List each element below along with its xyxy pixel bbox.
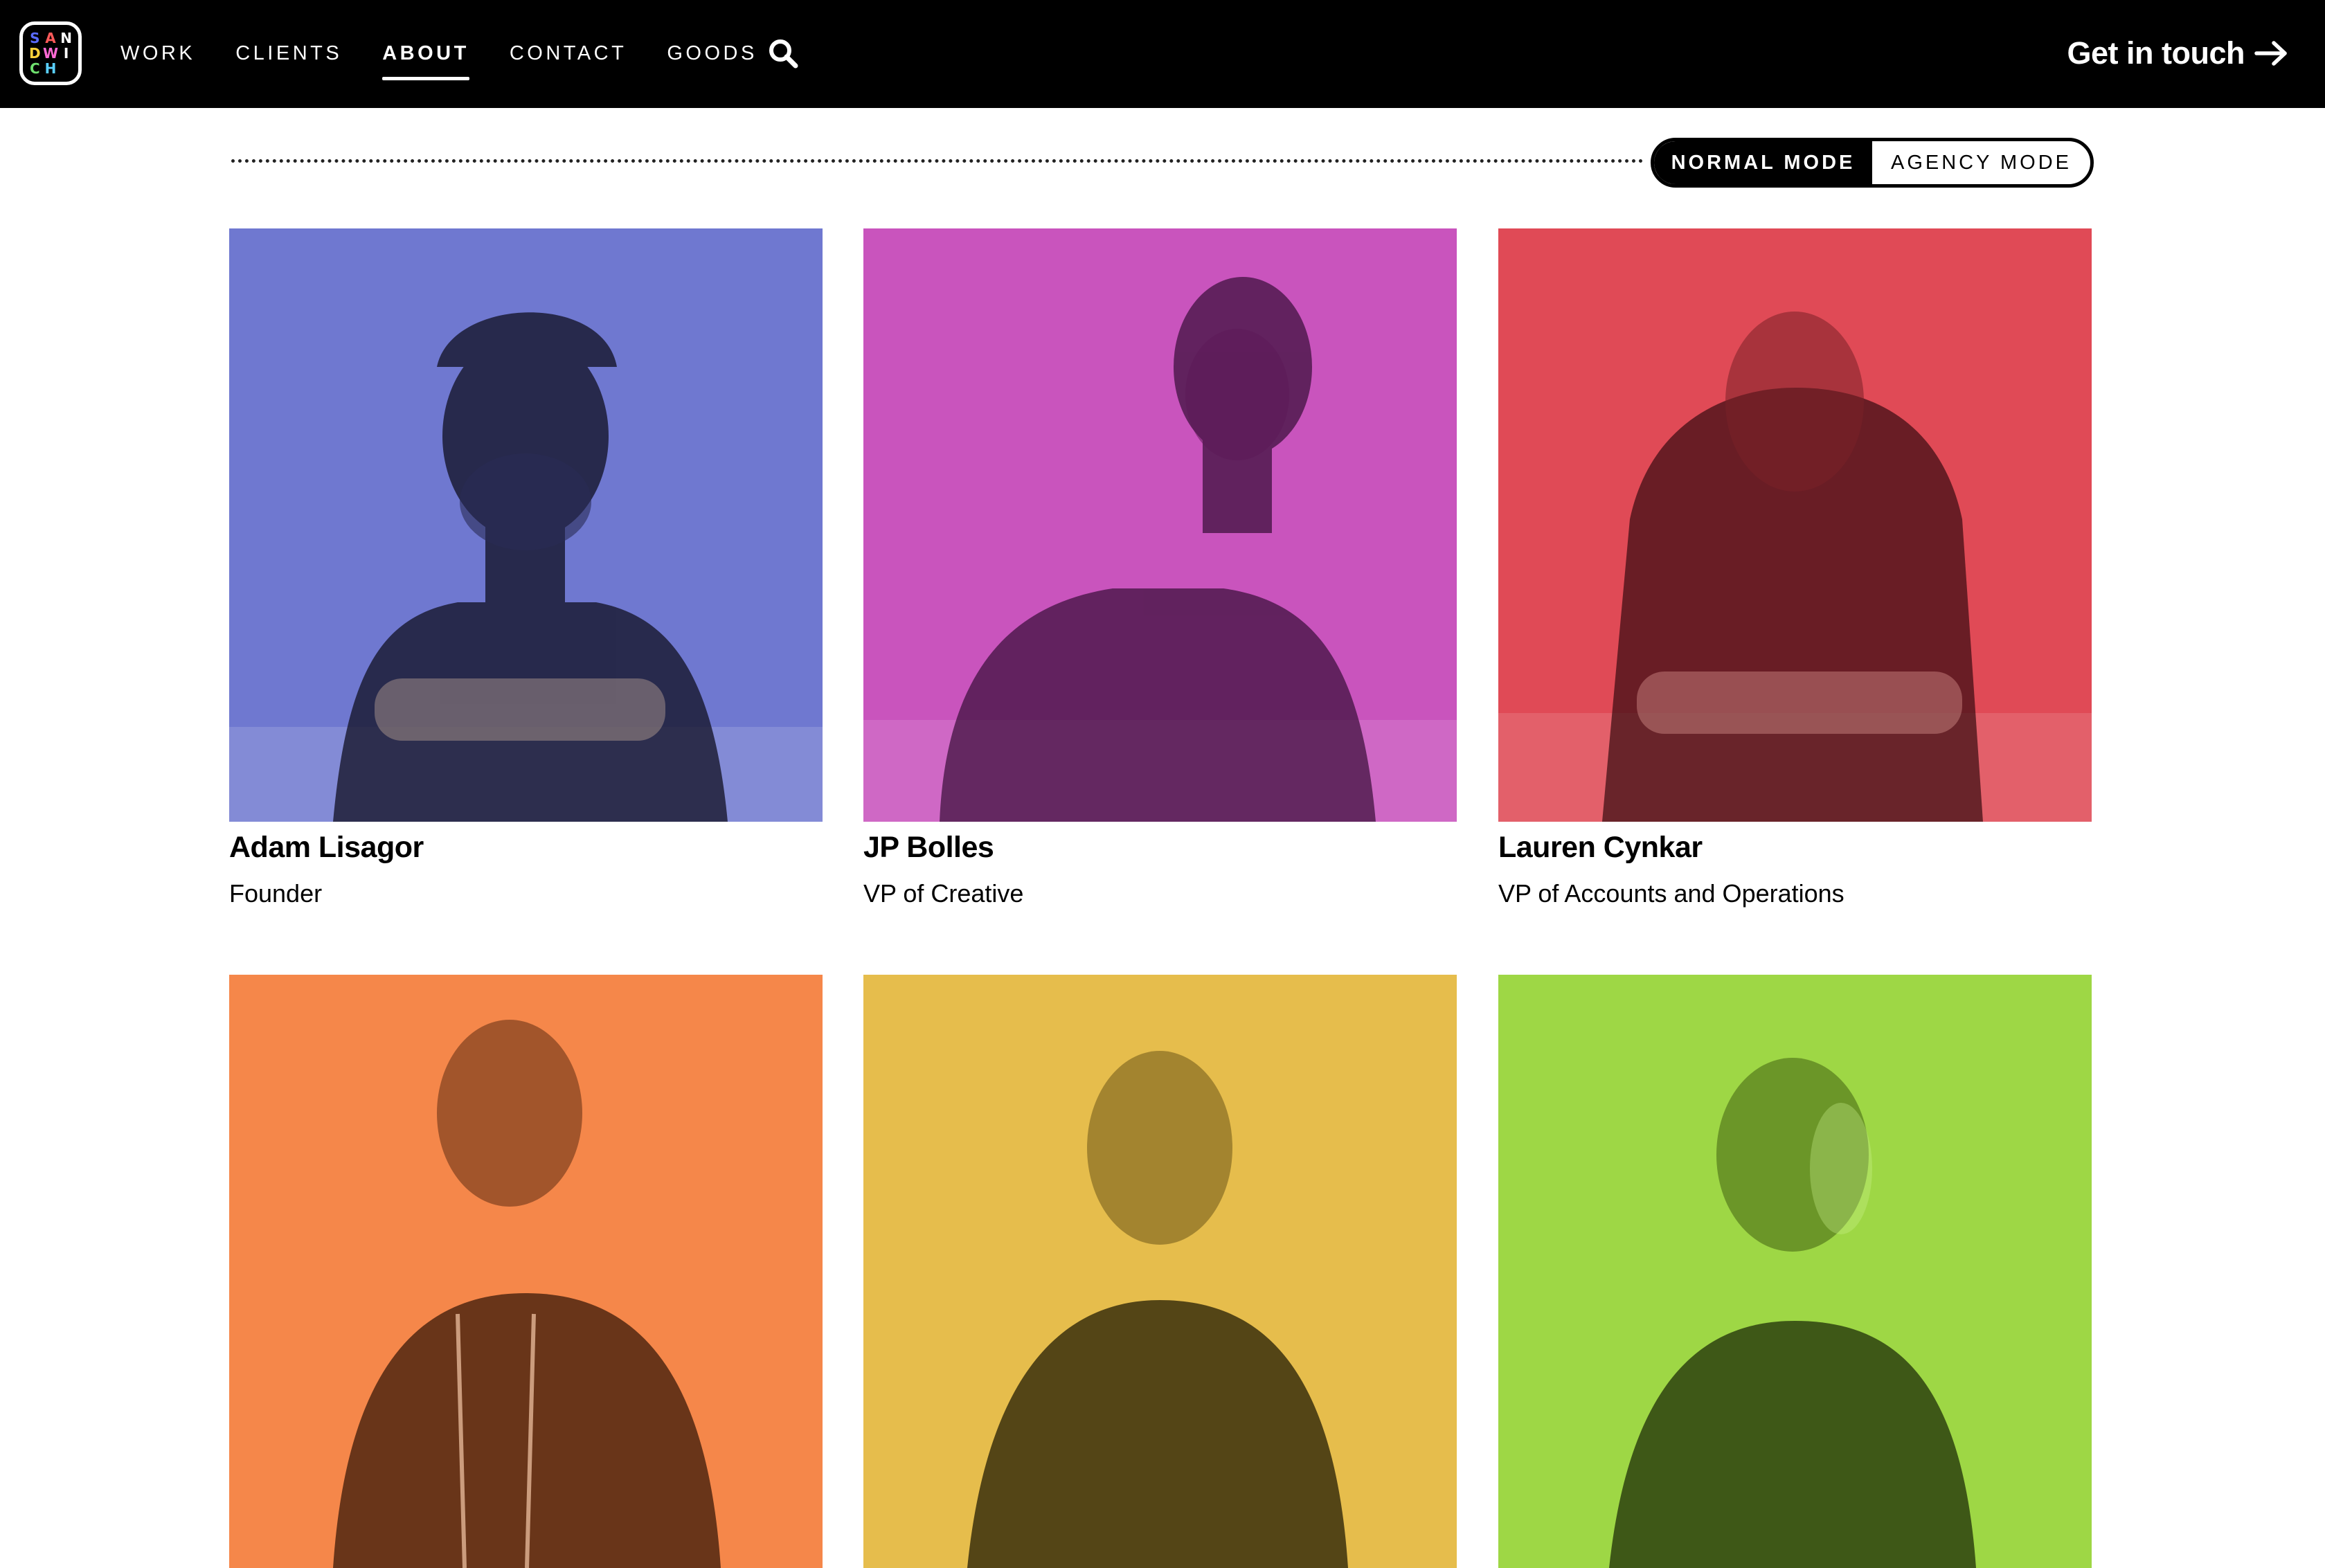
normal-mode-button[interactable]: NORMAL MODE [1654,141,1872,184]
team-member-card[interactable] [229,975,823,1568]
team-member-photo [1498,228,2092,822]
logo-letter: I [63,45,69,62]
team-member-photo [229,228,823,822]
logo-letter: N [60,30,73,46]
nav-work[interactable]: WORK [120,37,195,69]
arrow-right-icon [2254,41,2287,66]
team-member-photo [863,228,1457,822]
top-navigation-bar: S A N D W I C H WORK CLIENTS ABOUT CONTA… [0,0,2325,108]
team-member-card[interactable]: Adam Lisagor Founder [229,228,823,908]
nav-goods[interactable]: GOODS [667,37,757,69]
main-nav: WORK CLIENTS ABOUT CONTACT GOODS [120,37,798,80]
team-member-name: Adam Lisagor [229,831,424,864]
sandwich-logo[interactable]: S A N D W I C H [19,21,82,85]
team-member-role: VP of Accounts and Operations [1498,879,1844,908]
get-in-touch-link[interactable]: Get in touch [2067,29,2290,78]
team-member-card[interactable] [1498,975,2092,1568]
logo-letter: H [44,60,57,77]
team-member-name: Lauren Cynkar [1498,831,1703,864]
dotted-divider [231,159,1644,163]
agency-mode-button[interactable]: AGENCY MODE [1872,141,2090,184]
nav-contact[interactable]: CONTACT [510,37,627,69]
team-member-photo [229,975,823,1568]
logo-letter: A [45,30,56,46]
team-member-role: VP of Creative [863,879,1024,908]
nav-about[interactable]: ABOUT [382,37,469,80]
team-member-photo [863,975,1457,1568]
logo-letter: C [29,60,40,77]
team-member-card[interactable] [863,975,1457,1568]
team-member-card[interactable]: Lauren Cynkar VP of Accounts and Operati… [1498,228,2092,908]
logo-letter: S [30,30,40,46]
nav-clients[interactable]: CLIENTS [235,37,342,69]
mode-toggle[interactable]: NORMAL MODE AGENCY MODE [1651,138,2094,188]
team-member-photo [1498,975,2092,1568]
team-member-role: Founder [229,879,323,908]
search-icon[interactable] [767,37,799,69]
logo-letter: D [29,45,41,62]
team-member-name: JP Bolles [863,831,994,864]
logo-letter [58,61,74,76]
logo-letter: W [42,45,59,62]
get-in-touch-label: Get in touch [2067,35,2245,71]
team-member-card[interactable]: JP Bolles VP of Creative [863,228,1457,908]
